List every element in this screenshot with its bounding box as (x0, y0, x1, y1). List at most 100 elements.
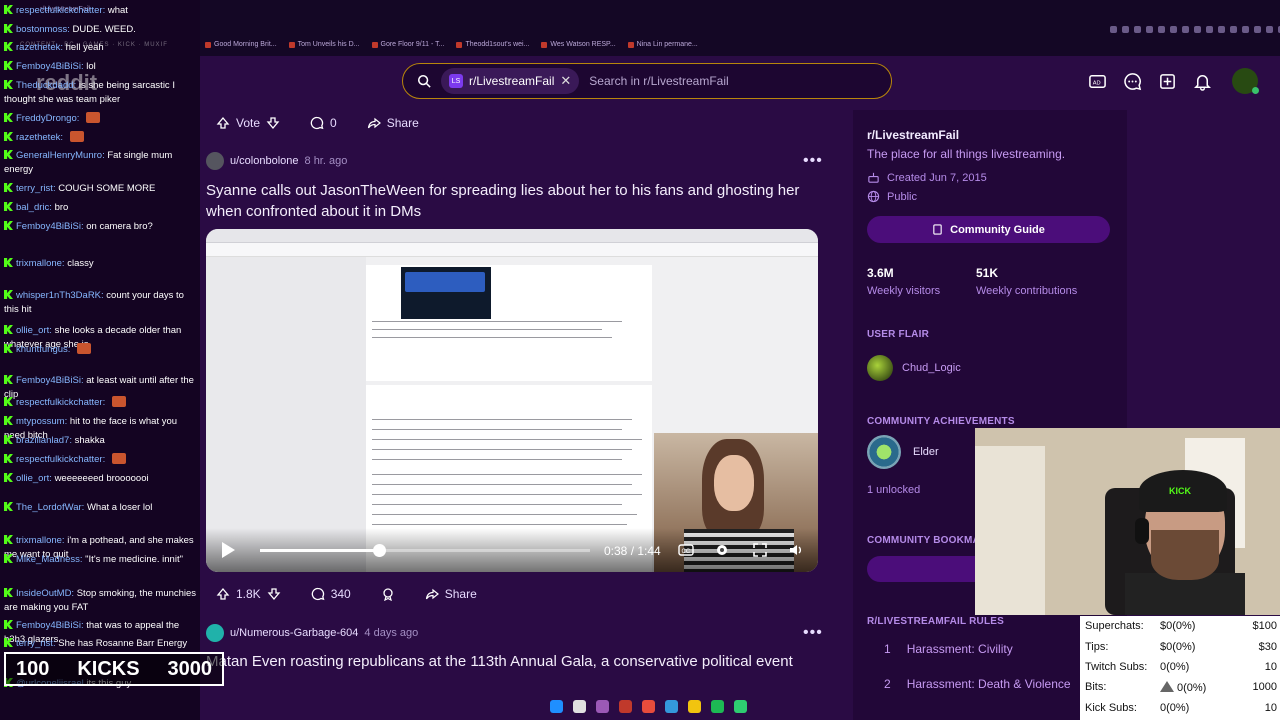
downvote-icon[interactable] (267, 587, 281, 601)
achievements-unlocked[interactable]: 1 unlocked (867, 484, 920, 496)
upvote-icon[interactable] (216, 587, 230, 601)
chat-username[interactable]: respectfulkickchatter: (16, 5, 105, 16)
close-icon[interactable]: ✕ (560, 73, 571, 89)
taskbar-app-icon[interactable] (596, 700, 609, 713)
video-player[interactable]: 0:38 / 1:44 CC (206, 229, 818, 572)
ads-icon[interactable]: AD (1088, 72, 1107, 91)
chat-username[interactable]: Femboy4BiBiSi: (16, 221, 84, 232)
chat-username[interactable]: trixmallone: (16, 535, 65, 546)
fullscreen-icon[interactable] (752, 542, 768, 558)
chat-username[interactable]: Femboy4BiBiSi: (16, 620, 84, 631)
bookmark[interactable]: Nina Lin permane... (627, 41, 698, 48)
chat-username[interactable]: FreddyDrongo: (16, 113, 79, 124)
bookmark[interactable]: Gore Floor 9/11 - T... (371, 41, 444, 48)
chat-username[interactable]: whisper1nTh3DaRK: (16, 290, 104, 301)
taskbar-app-icon[interactable] (665, 700, 678, 713)
chat-username[interactable]: terry_rist: (16, 638, 56, 649)
settings-gear-icon[interactable] (714, 542, 730, 558)
kick-badge-icon (4, 416, 13, 425)
extension-icon[interactable] (1254, 26, 1261, 33)
chat-username[interactable]: ollie_ort: (16, 473, 52, 484)
captions-icon[interactable]: CC (678, 542, 694, 558)
chat-username[interactable]: respectfulkickchatter: (16, 397, 105, 408)
extension-icon[interactable] (1266, 26, 1273, 33)
extension-icon[interactable] (1170, 26, 1177, 33)
play-icon[interactable] (222, 542, 235, 558)
chat-username[interactable]: The_LordofWar: (16, 502, 84, 513)
extension-icon[interactable] (1230, 26, 1237, 33)
bookmark[interactable]: Wes Watson RESP... (541, 41, 616, 48)
chat-username[interactable]: bal_dric: (16, 202, 52, 213)
chat-username[interactable]: brazilianlad7: (16, 435, 72, 446)
comments-button[interactable]: 340 (301, 579, 361, 609)
bookmark[interactable]: Tom Unveils his D... (288, 41, 360, 48)
taskbar-app-icon[interactable] (573, 700, 586, 713)
chat-username[interactable]: Femboy4BiBiSi: (16, 61, 84, 72)
video-progress-bar[interactable] (260, 544, 590, 557)
video-scrubber-handle[interactable] (372, 544, 386, 557)
post-author[interactable]: u/colonbolone (230, 155, 299, 167)
chat-username[interactable]: razethetek: (16, 42, 63, 53)
extension-icon[interactable] (1182, 26, 1189, 33)
bookmark[interactable]: Theodd1sout's wei... (456, 41, 529, 48)
user-avatar[interactable] (1232, 68, 1259, 94)
extension-icon[interactable] (1206, 26, 1213, 33)
create-icon[interactable] (1158, 72, 1177, 91)
post-author[interactable]: u/Numerous-Garbage-604 (230, 627, 358, 639)
subreddit-search-chip[interactable]: LS r/LivestreamFail ✕ (441, 68, 580, 94)
bookmark[interactable]: Good Morning Brit... (205, 41, 277, 48)
community-guide-button[interactable]: Community Guide (867, 216, 1110, 243)
taskbar-app-icon[interactable] (642, 700, 655, 713)
notification-icon[interactable] (1193, 72, 1212, 91)
extension-icon[interactable] (1146, 26, 1153, 33)
community-bookmark-button[interactable] (867, 556, 977, 582)
chat-username[interactable]: Theduckdadd: (16, 80, 76, 91)
award-button[interactable] (371, 579, 405, 609)
chat-username[interactable]: mtypossum: (16, 416, 67, 427)
chat-username[interactable]: Mike_Madness: (16, 554, 83, 565)
vote-control[interactable]: 1.8K (206, 579, 291, 609)
share-button[interactable]: Share (357, 108, 429, 138)
extension-icon[interactable] (1242, 26, 1249, 33)
extension-icon[interactable] (1134, 26, 1141, 33)
chat-username[interactable]: InsideOutMD: (16, 588, 74, 599)
rule-item[interactable]: 2 Harassment: Death & Violence (884, 677, 1071, 691)
chat-icon[interactable] (1123, 72, 1142, 91)
windows-start-icon[interactable] (550, 700, 563, 713)
volume-icon[interactable] (788, 542, 804, 558)
taskbar-app-icon[interactable] (688, 700, 701, 713)
chat-username[interactable]: razethetek: (16, 132, 63, 143)
extension-icon[interactable] (1110, 26, 1117, 33)
search-input[interactable]: Search in r/LivestreamFail (589, 74, 728, 88)
chat-username[interactable]: khuntfungus: (16, 344, 70, 355)
share-button[interactable]: Share (415, 579, 487, 609)
taskbar-app-icon[interactable] (734, 700, 747, 713)
achievement-item[interactable]: Elder (867, 435, 939, 469)
user-avatar[interactable] (206, 152, 224, 170)
taskbar-app-icon[interactable] (711, 700, 724, 713)
extension-icon[interactable] (1158, 26, 1165, 33)
more-options-icon[interactable]: ••• (803, 624, 823, 642)
user-avatar[interactable] (206, 624, 224, 642)
user-flair[interactable]: Chud_Logic (867, 355, 961, 381)
chat-username[interactable]: GeneralHenryMunro: (16, 150, 105, 161)
chat-username[interactable]: bostonmoss: (16, 24, 70, 35)
chat-username[interactable]: terry_rist: (16, 183, 56, 194)
extension-icon[interactable] (1194, 26, 1201, 33)
upvote-icon[interactable] (216, 116, 230, 130)
comments-button[interactable]: 0 (300, 108, 347, 138)
chat-username[interactable]: respectfulkickchatter: (16, 454, 105, 465)
taskbar-app-icon[interactable] (619, 700, 632, 713)
downvote-icon[interactable] (266, 116, 280, 130)
search-bar[interactable]: LS r/LivestreamFail ✕ Search in r/Livest… (402, 63, 892, 99)
post-title[interactable]: Syanne calls out JasonTheWeen for spread… (206, 180, 826, 222)
chat-username[interactable]: ollie_ort: (16, 325, 52, 336)
chat-username[interactable]: trixmallone: (16, 258, 65, 269)
chat-username[interactable]: Femboy4BiBiSi: (16, 375, 84, 386)
extension-icon[interactable] (1218, 26, 1225, 33)
post-title[interactable]: Matan Even roasting republicans at the 1… (206, 651, 826, 672)
extension-icon[interactable] (1122, 26, 1129, 33)
rule-item[interactable]: 1 Harassment: Civility (884, 642, 1013, 656)
more-options-icon[interactable]: ••• (803, 152, 823, 170)
vote-control[interactable]: Vote (206, 108, 290, 138)
